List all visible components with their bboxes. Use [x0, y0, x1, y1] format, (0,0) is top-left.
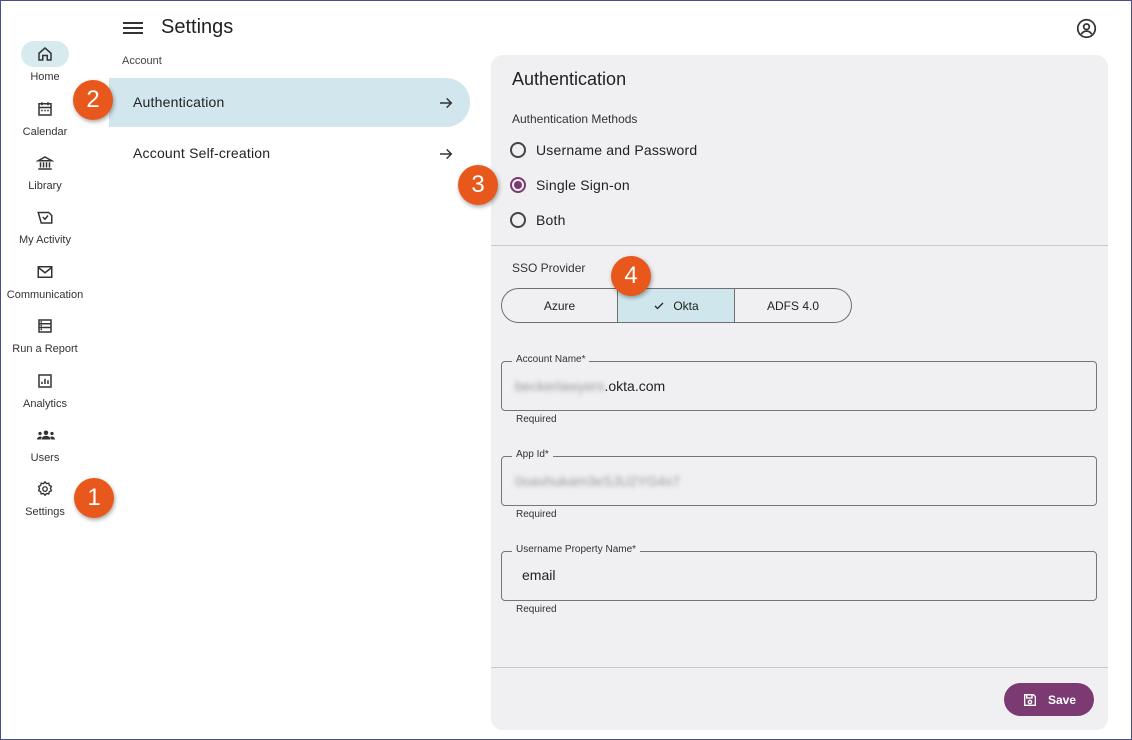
account-name-field[interactable]: Account Name* beckerlawyers.okta.com [501, 354, 1097, 411]
radio-button[interactable] [510, 212, 526, 228]
nav-item-authentication[interactable]: Authentication [109, 78, 470, 127]
radio-label: Both [536, 212, 566, 228]
callout-badge-4: 4 [611, 256, 651, 296]
rail-item-my-activity[interactable]: My Activity [1, 204, 89, 246]
field-label: Username Property Name* [512, 544, 641, 555]
provider-adfs-button[interactable]: ADFS 4.0 [735, 288, 852, 323]
check-icon [654, 302, 664, 309]
callout-badge-1: 1 [74, 478, 114, 518]
radio-both[interactable]: Both [510, 209, 566, 231]
field-label: Account Name* [512, 354, 590, 365]
helper-text: Required [516, 414, 557, 425]
field-value: 0oavhukam3eSJU2YG4x7 [515, 473, 680, 489]
username-property-field[interactable]: Username Property Name* [501, 544, 1097, 601]
rail-item-label: My Activity [19, 234, 71, 246]
divider [491, 667, 1108, 668]
helper-text: Required [516, 604, 557, 615]
radio-label: Username and Password [536, 142, 698, 158]
rail-item-run-a-report[interactable]: Run a Report [1, 313, 89, 355]
divider [491, 245, 1108, 246]
save-icon [1023, 693, 1036, 706]
arrow-right-icon [440, 97, 453, 109]
rail-item-label: Users [30, 452, 60, 464]
rail-item-label: Analytics [22, 398, 68, 410]
rail-item-label: Run a Report [12, 343, 78, 355]
rail-item-library[interactable]: Library [1, 150, 89, 192]
provider-azure-button[interactable]: Azure [501, 288, 618, 323]
radio-single-sign-on[interactable]: Single Sign-on [510, 174, 630, 196]
rail-item-label: Communication [6, 289, 84, 301]
callout-badge-3: 3 [458, 165, 498, 205]
methods-label: Authentication Methods [512, 112, 638, 126]
section-label-account: Account [122, 55, 162, 67]
mail-icon [21, 259, 69, 285]
rail-item-label: Calendar [22, 126, 68, 138]
rail-item-analytics[interactable]: Analytics [1, 368, 89, 410]
rail-item-communication[interactable]: Communication [1, 259, 89, 301]
nav-item-label: Account Self-creation [133, 145, 271, 161]
rail-item-label: Library [28, 180, 62, 192]
provider-label: Okta [673, 298, 699, 313]
hamburger-menu-icon[interactable] [123, 19, 143, 37]
helper-text: Required [516, 509, 557, 520]
blurred-value: 0oavhukam3eSJU2YG4x7 [515, 473, 680, 489]
rail-item-home[interactable]: Home [1, 41, 89, 83]
rail-item-label: Home [30, 71, 60, 83]
page-title: Settings [161, 16, 234, 38]
nav-item-label: Authentication [133, 94, 225, 110]
radio-label: Single Sign-on [536, 177, 630, 193]
report-icon [21, 313, 69, 339]
field-label: App Id* [512, 449, 553, 460]
app-id-field[interactable]: App Id* 0oavhukam3eSJU2YG4x7 [501, 449, 1097, 506]
panel-title: Authentication [512, 69, 627, 89]
field-value: beckerlawyers.okta.com [515, 378, 665, 394]
calendar-icon [21, 96, 69, 122]
library-icon [21, 150, 69, 176]
gear-icon [21, 476, 69, 502]
activity-icon [21, 204, 69, 230]
rail-item-users[interactable]: Users [1, 422, 89, 464]
users-icon [21, 422, 69, 448]
authentication-panel: Authentication Authentication Methods Us… [491, 55, 1108, 730]
visible-value: .okta.com [604, 378, 666, 394]
save-button[interactable]: Save [1004, 683, 1094, 716]
save-label: Save [1047, 692, 1077, 707]
account-circle-icon[interactable] [1076, 18, 1097, 39]
radio-button-checked[interactable] [510, 177, 526, 193]
arrow-right-icon [440, 148, 453, 160]
username-property-input[interactable] [522, 567, 1082, 583]
nav-item-account-self-creation[interactable]: Account Self-creation [109, 129, 470, 178]
blurred-value: beckerlawyers [515, 378, 605, 394]
home-icon [21, 41, 69, 67]
radio-button[interactable] [510, 142, 526, 158]
sso-provider-segmented: Azure Okta ADFS 4.0 [501, 288, 852, 323]
analytics-icon [21, 368, 69, 394]
callout-badge-2: 2 [73, 80, 113, 120]
radio-username-password[interactable]: Username and Password [510, 139, 697, 161]
sso-provider-label: SSO Provider [512, 261, 586, 275]
app-window: Settings Home Calendar Library My Activi… [0, 0, 1132, 740]
